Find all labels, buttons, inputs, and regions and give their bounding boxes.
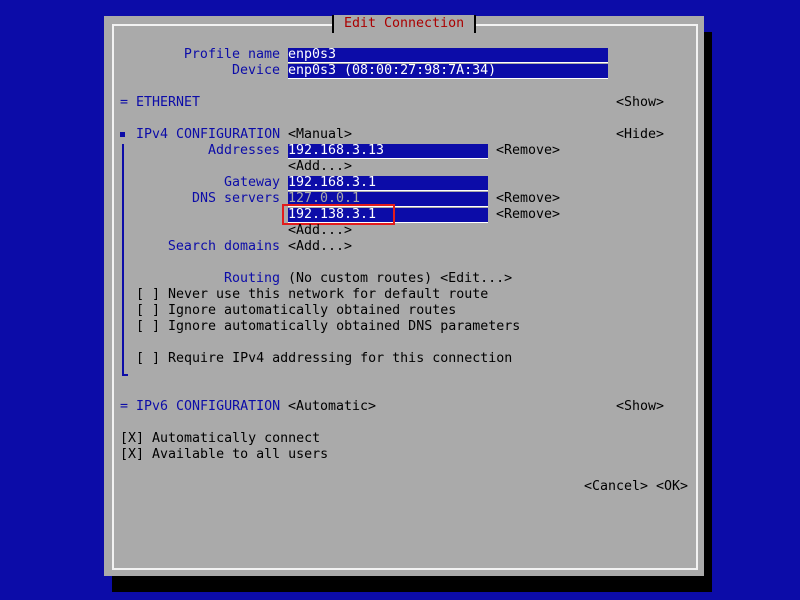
address-remove-button[interactable]: <Remove> — [496, 143, 560, 159]
dns-remove-button-2[interactable]: <Remove> — [496, 207, 560, 223]
profile-name-label: Profile name — [183, 47, 280, 62]
profile-name-value: enp0s3 — [288, 47, 337, 62]
device-value: enp0s3 (08:00:27:98:7A:34) — [288, 63, 497, 78]
search-domains-add-button[interactable]: <Add...> — [288, 239, 352, 255]
address-input[interactable]: 192.168.3.13 — [288, 143, 488, 159]
require-ipv4-checkbox[interactable]: [ ] Require IPv4 addressing for this con… — [136, 351, 512, 367]
ipv6-method-select[interactable]: <Automatic> — [288, 399, 376, 415]
ethernet-show-button[interactable]: <Show> — [616, 95, 664, 111]
ethernet-header[interactable]: = ETHERNET — [120, 95, 200, 111]
ipv4-header: IPv4 CONFIGURATION — [136, 127, 281, 142]
dns-servers-label: DNS servers — [191, 191, 280, 206]
address-add-button[interactable]: <Add...> — [288, 159, 352, 175]
routing-label: Routing — [223, 271, 280, 286]
ok-button[interactable]: <OK> — [656, 479, 688, 495]
gateway-label: Gateway — [223, 175, 280, 190]
ipv4-method-select[interactable]: <Manual> — [288, 127, 352, 143]
dialog-title: Edit Connection — [332, 15, 477, 33]
device-label: Device — [231, 63, 280, 78]
dns-add-button[interactable]: <Add...> — [288, 223, 352, 239]
cancel-button[interactable]: <Cancel> — [584, 479, 648, 495]
gateway-input[interactable]: 192.168.3.1 — [288, 175, 488, 191]
ipv6-header[interactable]: = IPv6 CONFIGURATION — [120, 399, 280, 415]
gateway-value: 192.168.3.1 — [288, 175, 377, 190]
profile-name-input[interactable]: enp0s3 — [288, 47, 608, 63]
ipv4-hide-button[interactable]: <Hide> — [616, 127, 664, 143]
device-input[interactable]: enp0s3 (08:00:27:98:7A:34) — [288, 63, 608, 79]
auto-connect-checkbox[interactable]: [X] Automatically connect — [120, 431, 320, 447]
ignore-dns-checkbox[interactable]: [ ] Ignore automatically obtained DNS pa… — [136, 319, 520, 335]
highlight-box — [282, 204, 395, 225]
ipv4-section-bracket-foot — [122, 374, 128, 376]
routing-edit-button[interactable]: (No custom routes) <Edit...> — [288, 271, 512, 287]
dns-remove-button-1[interactable]: <Remove> — [496, 191, 560, 207]
ipv6-show-button[interactable]: <Show> — [616, 399, 664, 415]
all-users-checkbox[interactable]: [X] Available to all users — [120, 447, 328, 463]
ignore-routes-checkbox[interactable]: [ ] Ignore automatically obtained routes — [136, 303, 456, 319]
addresses-label: Addresses — [207, 143, 280, 158]
ipv4-bullet-icon — [120, 132, 125, 137]
search-domains-label: Search domains — [167, 239, 280, 254]
never-default-route-checkbox[interactable]: [ ] Never use this network for default r… — [136, 287, 488, 303]
address-value: 192.168.3.13 — [288, 143, 385, 158]
